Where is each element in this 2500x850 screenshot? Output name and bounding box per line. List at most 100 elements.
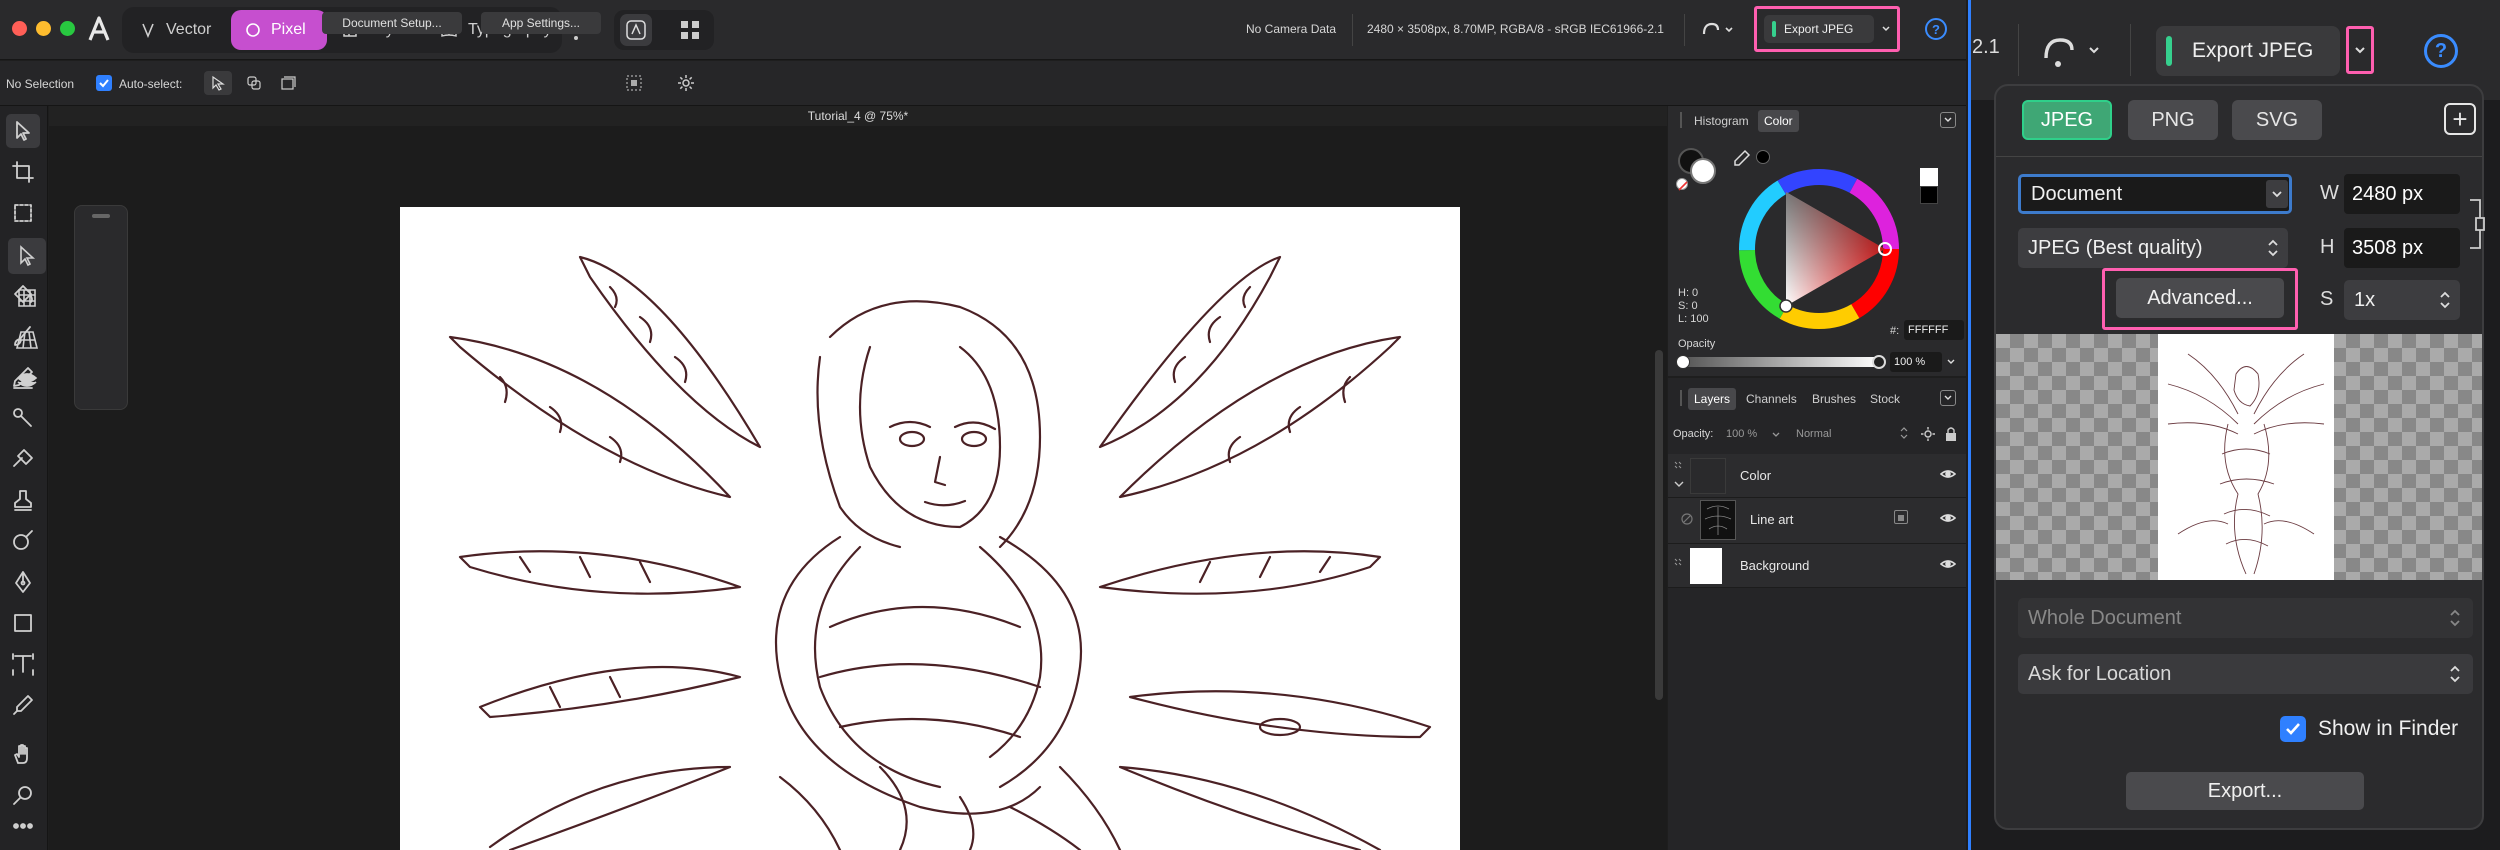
help-button[interactable]: ? (1925, 18, 1947, 40)
select-group-button[interactable] (240, 71, 268, 95)
visibility-eye-icon[interactable] (1939, 556, 1957, 577)
settings-button[interactable] (674, 71, 698, 95)
snapping-button[interactable] (622, 71, 646, 95)
white-swatch[interactable] (1920, 168, 1938, 186)
floating-warp-tool[interactable] (8, 362, 46, 398)
scope-select[interactable]: Whole Document (2018, 598, 2473, 638)
export-dropdown-chevron-icon[interactable] (1880, 22, 1892, 36)
export-area-select[interactable]: Document (2018, 174, 2292, 214)
app-settings-button[interactable]: App Settings... (481, 12, 601, 34)
layer-drag-grip-icon[interactable] (1672, 556, 1686, 570)
retouch-tool[interactable] (6, 442, 40, 476)
shape-tool[interactable] (6, 606, 40, 640)
tab-stock[interactable]: Stock (1864, 388, 1906, 410)
pen-tool[interactable] (6, 565, 40, 599)
layer-fx-icon[interactable] (1894, 510, 1908, 524)
tab-layers[interactable]: Layers (1688, 388, 1737, 410)
zoom-tool[interactable] (6, 778, 40, 812)
persona-pixel-tab[interactable]: Pixel (231, 10, 327, 50)
assistant-button[interactable] (620, 14, 652, 46)
zoom-window-button[interactable] (60, 21, 75, 36)
format-svg-button[interactable]: SVG (2232, 100, 2322, 140)
panel-grip[interactable] (1680, 390, 1682, 406)
vertical-scrollbar[interactable] (1655, 350, 1663, 700)
primary-color-swatch[interactable] (1690, 158, 1716, 184)
height-input[interactable]: 3508 px (2344, 228, 2460, 268)
layers-menu-chevron-icon[interactable] (1940, 390, 1956, 406)
document-tab-title: Tutorial_4 @ 75%* (49, 106, 1667, 126)
color-wheel[interactable] (1734, 164, 1904, 334)
black-swatch[interactable] (1756, 150, 1770, 164)
aspect-link-icon[interactable] (2466, 196, 2486, 252)
no-color-icon[interactable] (1676, 178, 1688, 191)
scope-stepper-icon[interactable] (2448, 606, 2462, 630)
layer-expand-chevron-icon[interactable] (1672, 458, 1686, 494)
blur-tool[interactable] (6, 524, 40, 558)
auto-select-checkbox[interactable] (96, 75, 112, 91)
floating-perspective-tool[interactable] (8, 322, 46, 358)
advanced-button[interactable]: Advanced... (2116, 278, 2284, 318)
export-area-chevron-icon[interactable] (2266, 180, 2288, 208)
undo-history-button[interactable] (1698, 16, 1738, 44)
format-png-button[interactable]: PNG (2128, 100, 2218, 140)
document-setup-button[interactable]: Document Setup... (322, 12, 462, 34)
dodge-tool[interactable] (6, 401, 40, 435)
layer-opacity-value[interactable]: 100 % (1726, 428, 1757, 440)
opacity-input[interactable]: 100 % (1890, 352, 1942, 372)
tab-brushes[interactable]: Brushes (1806, 388, 1862, 410)
select-mode-button[interactable] (204, 71, 232, 95)
move-tool[interactable] (6, 114, 40, 148)
grid-view-button[interactable] (674, 14, 706, 46)
floating-grid-tool[interactable] (8, 280, 46, 316)
layer-lock-icon[interactable] (1944, 426, 1958, 442)
panel-drag-handle[interactable] (92, 214, 110, 218)
visibility-eye-icon[interactable] (1939, 466, 1957, 487)
close-window-button[interactable] (12, 21, 27, 36)
tab-color[interactable]: Color (1758, 110, 1799, 132)
add-preset-button[interactable]: + (2444, 103, 2476, 135)
persona-vector-tab[interactable]: Vector (126, 10, 225, 50)
zoomed-export-dropdown-chevron-icon[interactable] (2346, 26, 2374, 74)
visibility-eye-icon[interactable] (1939, 510, 1957, 531)
text-tool[interactable] (6, 647, 40, 681)
zoomed-undo-history-button[interactable] (2040, 30, 2110, 70)
black-swatch-small[interactable] (1920, 186, 1938, 204)
hand-icon (14, 744, 28, 764)
layer-opacity-chevron-icon[interactable] (1770, 428, 1782, 440)
hex-input[interactable]: FFFFFF (1904, 320, 1964, 340)
minimize-window-button[interactable] (36, 21, 51, 36)
quality-select[interactable]: JPEG (Best quality) (2018, 228, 2288, 268)
format-jpeg-button[interactable]: JPEG (2022, 100, 2112, 140)
tab-histogram[interactable]: Histogram (1688, 110, 1755, 132)
zoomed-export-jpeg-button[interactable]: Export JPEG (2156, 26, 2340, 76)
blend-mode-stepper-icon[interactable] (1898, 426, 1910, 440)
select-layer-button[interactable] (274, 71, 302, 95)
width-input[interactable]: 2480 px (2344, 174, 2460, 214)
zoomed-help-button[interactable]: ? (2424, 34, 2458, 68)
quality-stepper-icon[interactable] (2266, 236, 2280, 260)
marquee-tool[interactable] (6, 196, 40, 230)
color-picker-tool[interactable] (6, 688, 40, 722)
floating-select-tool[interactable] (8, 238, 46, 274)
export-jpeg-button[interactable]: Export JPEG (1764, 15, 1874, 43)
layer-settings-gear-icon[interactable] (1920, 426, 1936, 442)
scale-stepper-icon[interactable] (2438, 288, 2452, 312)
crop-tool[interactable] (6, 155, 40, 189)
opacity-dropdown-chevron-icon[interactable] (1944, 355, 1958, 369)
document-canvas[interactable] (400, 207, 1460, 850)
show-in-finder-checkbox[interactable] (2280, 716, 2306, 742)
opacity-slider-start-handle[interactable] (1676, 355, 1690, 369)
panel-menu-chevron-icon[interactable] (1940, 112, 1956, 128)
layer-link-icon[interactable] (1680, 512, 1694, 526)
opacity-slider-handle[interactable] (1872, 355, 1886, 369)
more-tools-icon[interactable] (6, 816, 40, 836)
hand-tool[interactable] (6, 737, 40, 771)
tab-channels[interactable]: Channels (1740, 388, 1803, 410)
panel-grip[interactable] (1680, 112, 1682, 128)
clone-tool[interactable] (6, 483, 40, 517)
location-select[interactable]: Ask for Location (2018, 654, 2473, 694)
location-stepper-icon[interactable] (2448, 662, 2462, 686)
blend-mode-select[interactable]: Normal (1796, 428, 1831, 440)
export-button[interactable]: Export... (2126, 772, 2364, 810)
opacity-slider[interactable] (1682, 357, 1880, 367)
